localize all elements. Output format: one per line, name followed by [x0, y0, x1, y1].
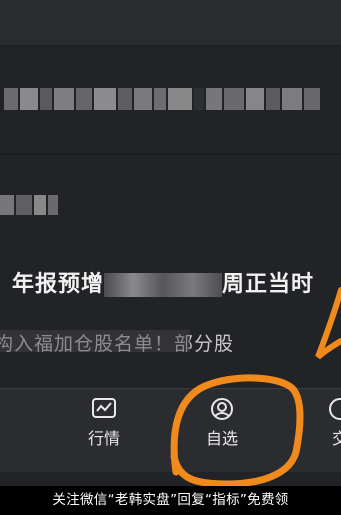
- pixelated-text: [0, 195, 58, 215]
- headline-hidden: [104, 273, 223, 297]
- arrow-mark: [315, 287, 341, 360]
- trade-icon: [329, 398, 341, 420]
- feed-item-blurred[interactable]: [0, 46, 341, 154]
- bottom-nav: 行情 自选 交: [0, 388, 341, 472]
- nav-label-market: 行情: [87, 429, 120, 448]
- nav-label-trade: 交: [331, 429, 341, 448]
- nav-item-watchlist[interactable]: 自选: [182, 397, 262, 449]
- nav-item-market[interactable]: 行情: [64, 397, 144, 449]
- footer-caption: 关注微信“老韩实盘”回复“指标”免费领: [0, 486, 341, 515]
- user-circle-icon: [211, 398, 233, 420]
- pixelated-text: [4, 88, 320, 110]
- nav-item-trade[interactable]: 交: [300, 397, 341, 449]
- feed-card-top: [0, 0, 341, 45]
- chart-line-icon: [92, 398, 116, 418]
- footer-text: 关注微信“老韩实盘”回复“指标”免费领: [52, 492, 289, 508]
- feed-item[interactable]: [0, 155, 341, 235]
- headline-text: 年报预增: [12, 272, 105, 297]
- app-screen: 年报预增周正当时 构入福加仓股名单！部分股 行情 自选 交: [0, 0, 341, 515]
- headline-tail: 周正当时: [222, 272, 315, 297]
- pixelated-overlay: [0, 330, 190, 352]
- news-headline[interactable]: 年报预增 周正当时: [12, 266, 314, 298]
- nav-label-watchlist: 自选: [205, 429, 238, 448]
